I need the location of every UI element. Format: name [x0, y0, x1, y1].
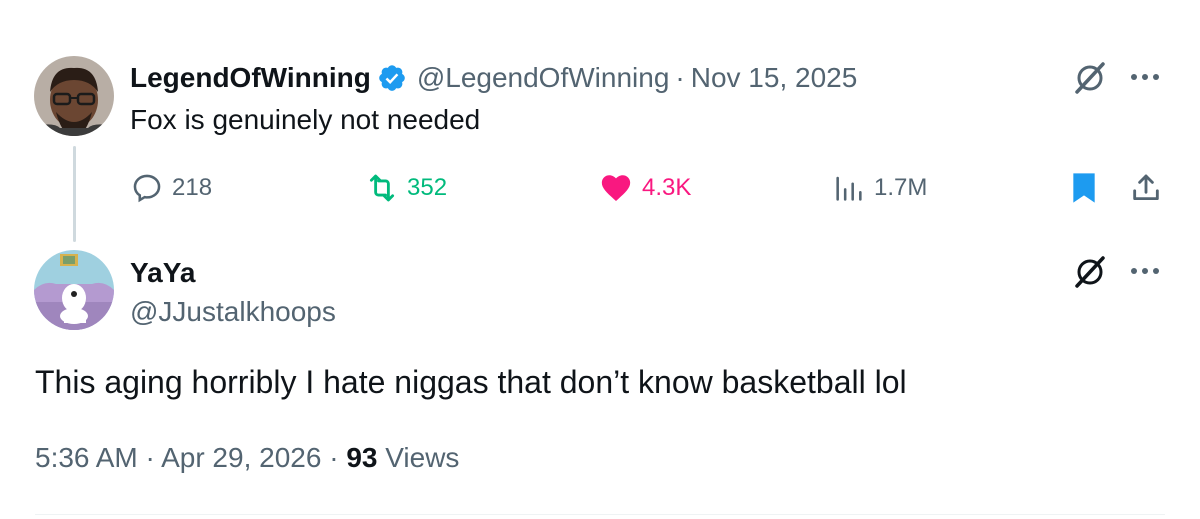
avatar-legendofwinning[interactable] — [34, 56, 114, 136]
bookmark-icon[interactable] — [1066, 170, 1102, 206]
like-icon — [601, 175, 631, 202]
views-count: 93 — [346, 442, 378, 473]
avatar-photo — [34, 56, 114, 136]
timestamp[interactable]: Nov 15, 2025 — [691, 62, 858, 94]
share-icon[interactable] — [1126, 168, 1166, 208]
tweet-text: Fox is genuinely not needed — [130, 104, 481, 135]
more-icon[interactable] — [1125, 256, 1165, 286]
grok-icon[interactable] — [1070, 60, 1110, 96]
tweet-meta: 5:36 AM · Apr 29, 2026 · 93 Views — [35, 442, 459, 474]
reply-button[interactable]: 218 — [130, 168, 212, 208]
separator: · — [329, 442, 339, 473]
more-icon[interactable] — [1125, 62, 1165, 92]
divider — [35, 514, 1165, 515]
grok-icon[interactable] — [1070, 254, 1110, 290]
tweet-date[interactable]: Apr 29, 2026 — [161, 442, 321, 473]
repost-icon — [369, 174, 395, 202]
display-name[interactable]: YaYa — [130, 257, 195, 289]
repost-count: 352 — [407, 174, 448, 201]
avatar-photo — [34, 250, 114, 330]
reply-header-handle: @JJustalkhoops — [130, 295, 336, 329]
handle[interactable]: @JJustalkhoops — [130, 296, 336, 328]
display-name[interactable]: LegendOfWinning — [130, 62, 371, 94]
views-count: 1.7M — [874, 174, 928, 201]
handle[interactable]: @LegendOfWinning — [417, 62, 670, 94]
verified-badge-icon — [377, 63, 407, 93]
thread-line — [73, 146, 76, 242]
separator: · — [675, 62, 685, 93]
reply-count: 218 — [172, 174, 213, 201]
like-button[interactable]: 4.3K — [598, 168, 691, 208]
parent-header: LegendOfWinning @LegendOfWinning · Nov 1… — [130, 60, 857, 96]
reply-icon — [133, 174, 161, 203]
views-button[interactable]: 1.7M — [832, 168, 927, 208]
views-label: Views — [385, 442, 460, 473]
tweet-time[interactable]: 5:36 AM — [35, 442, 138, 473]
like-count: 4.3K — [642, 174, 692, 201]
reply-header-name: YaYa — [130, 256, 195, 290]
tweet-text: This aging horribly I hate niggas that d… — [35, 364, 907, 400]
separator: · — [145, 442, 155, 473]
avatar-yaya[interactable] — [34, 250, 114, 330]
views-icon — [836, 176, 862, 201]
repost-button[interactable]: 352 — [365, 168, 447, 208]
